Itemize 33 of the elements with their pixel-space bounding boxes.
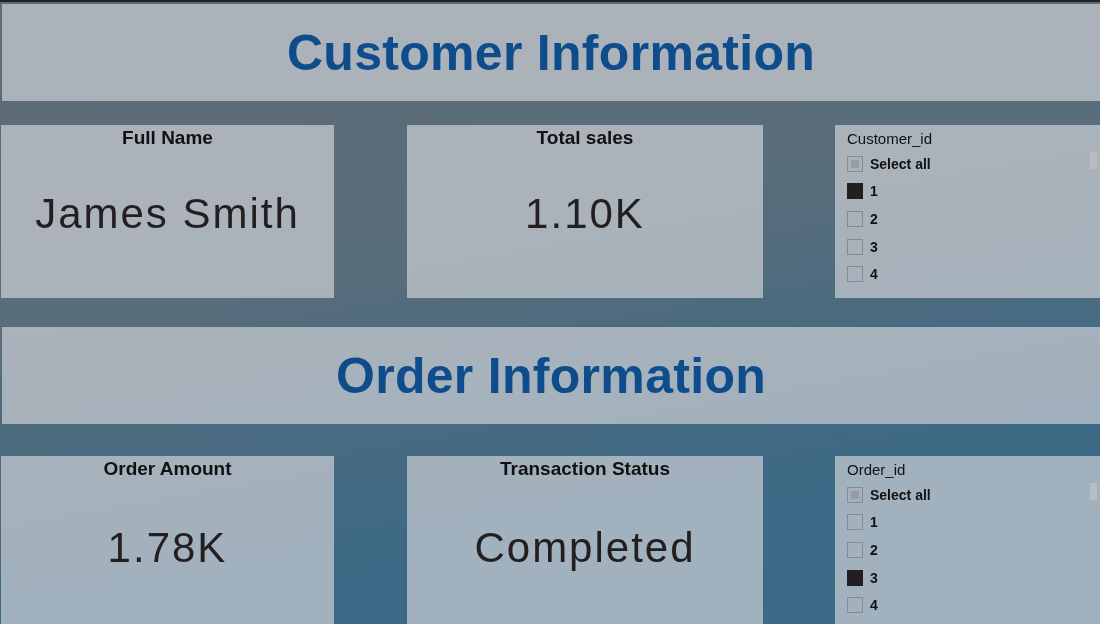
- section-title: Order Information: [335, 346, 767, 405]
- option-label[interactable]: 2: [870, 211, 878, 227]
- card-title: Transaction Status: [500, 458, 670, 480]
- option-label[interactable]: Select all: [870, 155, 931, 172]
- option-label[interactable]: 4: [870, 597, 878, 614]
- checkbox[interactable]: [847, 155, 863, 172]
- card-title: Full Name: [122, 127, 213, 149]
- option-label[interactable]: 3: [870, 569, 878, 586]
- card-value: 1.10K: [525, 189, 645, 238]
- checkbox[interactable]: [847, 569, 863, 586]
- checkbox[interactable]: [847, 597, 863, 614]
- slicer-title: Customer_id: [847, 130, 933, 147]
- checkbox[interactable]: [847, 514, 863, 531]
- checkbox[interactable]: [847, 266, 863, 283]
- checkbox[interactable]: [847, 211, 863, 227]
- option-label[interactable]: 1: [870, 183, 878, 200]
- section-title: Customer Information: [286, 23, 816, 82]
- option-label[interactable]: 4: [870, 266, 878, 283]
- card-title: Order Amount: [103, 458, 232, 480]
- card-value: James Smith: [35, 189, 300, 238]
- scrollbar-thumb[interactable]: [1090, 483, 1097, 500]
- checkbox[interactable]: [847, 238, 863, 255]
- option-label[interactable]: 1: [870, 514, 878, 531]
- slicer-title: Order_id: [847, 461, 906, 478]
- card-title: Total sales: [536, 127, 634, 149]
- option-label[interactable]: Select all: [870, 486, 931, 503]
- card-value: 1.78K: [107, 524, 228, 572]
- card-value: Completed: [474, 524, 696, 572]
- checkbox[interactable]: [847, 542, 863, 558]
- option-label[interactable]: 3: [870, 238, 878, 255]
- option-label[interactable]: 2: [870, 542, 878, 558]
- checkbox[interactable]: [847, 183, 863, 200]
- checkbox[interactable]: [847, 486, 863, 503]
